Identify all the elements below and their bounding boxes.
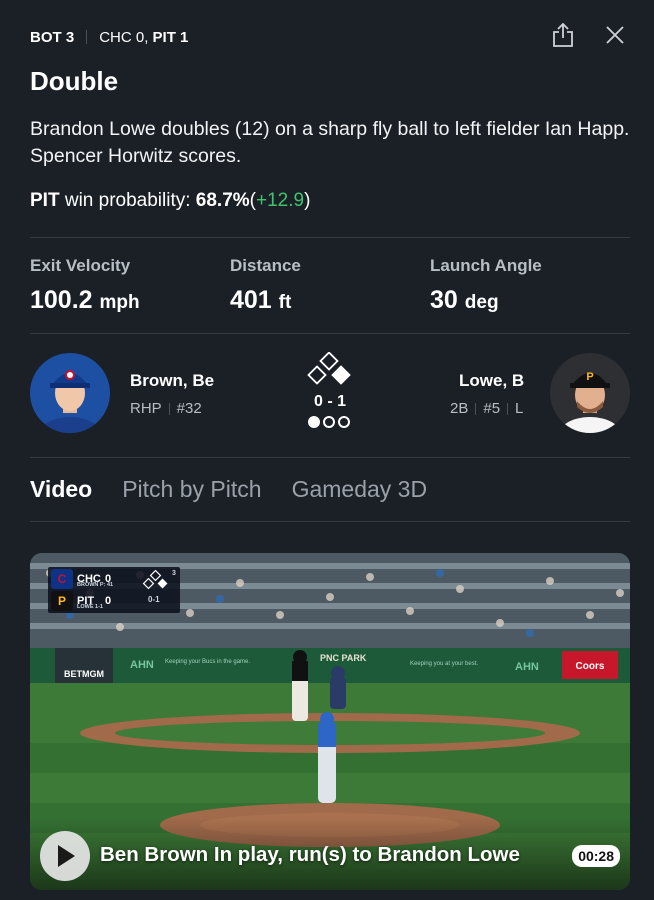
stat-exit-velocity: Exit Velocity 100.2 mph xyxy=(30,256,140,314)
batter-avatar[interactable]: P xyxy=(550,353,630,433)
sign-text: Coors xyxy=(576,661,605,672)
bug-home-runs: 0 xyxy=(105,595,112,607)
sign-text: AHN xyxy=(130,659,154,671)
play-button[interactable] xyxy=(40,831,90,881)
score-label: CHC 0, PIT 1 xyxy=(99,28,189,46)
sign-text: Keeping you at your best. xyxy=(410,661,478,667)
sign-text: BETMGM xyxy=(64,669,104,679)
bug-bases-icon xyxy=(142,570,168,590)
close-icon[interactable] xyxy=(602,20,628,50)
pitcher-name[interactable]: Brown, Be xyxy=(130,371,214,391)
game-situation-bar: BOT 3 CHC 0, PIT 1 xyxy=(30,22,630,48)
base-diamond-icon xyxy=(307,352,351,385)
stat-launch-angle: Launch Angle 30 deg xyxy=(430,256,542,314)
video-player[interactable]: BETMGM AHN Keeping your Bucs in the game… xyxy=(30,553,630,890)
score-bug: C CHC 0 P PIT 0 BROWN P: 41 LOWE 1-1 3 0… xyxy=(48,567,180,613)
tab-gameday-3d[interactable]: Gameday 3D xyxy=(292,476,428,503)
tab-video[interactable]: Video xyxy=(30,476,92,503)
bug-inning: 3 xyxy=(172,570,176,577)
play-icon xyxy=(58,845,75,867)
play-title: Double xyxy=(30,66,119,96)
ball-strike-count: 0 - 1 xyxy=(313,393,346,410)
share-icon[interactable] xyxy=(550,20,576,50)
sign-text: Keeping your Bucs in the game. xyxy=(165,659,250,665)
divider xyxy=(86,30,88,44)
tab-pitch-by-pitch[interactable]: Pitch by Pitch xyxy=(122,476,261,503)
pitcher-info: RHP #32 xyxy=(130,400,202,417)
video-title[interactable]: Ben Brown In play, run(s) to Brandon Low… xyxy=(100,843,520,867)
divider xyxy=(30,457,630,458)
divider xyxy=(30,333,630,334)
svg-text:P: P xyxy=(586,371,593,383)
out-dot xyxy=(308,416,320,428)
divider xyxy=(30,521,630,522)
sign-text: PNC PARK xyxy=(320,653,367,663)
divider xyxy=(30,237,630,238)
batter-info: 2B #5 L xyxy=(450,400,524,417)
out-dot xyxy=(323,416,335,428)
bug-batter: LOWE 1-1 xyxy=(77,604,103,610)
win-probability: PIT win probability: 68.7%(+12.9) xyxy=(30,190,311,211)
out-dot xyxy=(338,416,350,428)
win-probability-delta: +12.9 xyxy=(256,190,305,211)
bug-count: 0-1 xyxy=(148,595,160,604)
outs-indicator xyxy=(308,416,350,428)
inning-label: BOT 3 xyxy=(30,28,75,46)
pitcher-avatar[interactable] xyxy=(30,353,110,433)
sign-text: AHN xyxy=(515,661,539,673)
batter-name[interactable]: Lowe, B xyxy=(459,371,524,391)
bug-pitcher: BROWN P: 41 xyxy=(77,582,114,588)
stat-distance: Distance 401 ft xyxy=(230,256,301,314)
play-detail-panel: BOT 3 CHC 0, PIT 1 Double Brandon Lowe d… xyxy=(0,0,654,900)
video-duration-badge: 00:28 xyxy=(572,845,620,867)
detail-tabs: Video Pitch by Pitch Gameday 3D xyxy=(30,476,427,503)
play-description: Brandon Lowe doubles (12) on a sharp fly… xyxy=(30,118,630,167)
